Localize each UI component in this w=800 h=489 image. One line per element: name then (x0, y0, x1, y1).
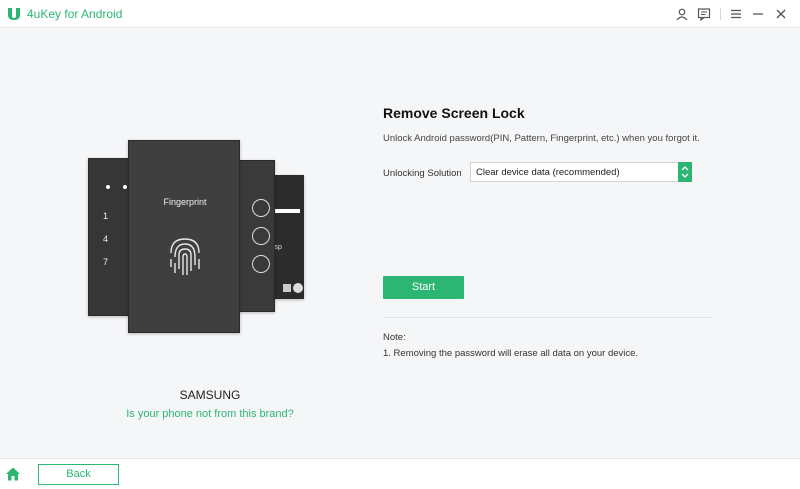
user-icon[interactable] (675, 7, 689, 21)
minimize-icon[interactable] (751, 7, 765, 21)
app-title: 4uKey for Android (27, 7, 123, 21)
page-title: Remove Screen Lock (383, 105, 525, 121)
pin-dot-icon (123, 185, 127, 189)
pattern-dot-icon (252, 255, 270, 273)
page-description: Unlock Android password(PIN, Pattern, Fi… (383, 133, 700, 144)
title-bar: 4uKey for Android (0, 0, 800, 28)
app-logo-icon (8, 8, 20, 20)
square-key-icon (283, 284, 291, 292)
titlebar-separator (720, 8, 721, 20)
note-title: Note: (383, 332, 406, 343)
brand-name: SAMSUNG (179, 388, 241, 402)
brand-not-listed-link[interactable]: Is your phone not from this brand? (90, 408, 330, 420)
divider (383, 317, 713, 318)
footer-bar: Back (0, 458, 800, 489)
note-item: 1. Removing the password will erase all … (383, 348, 639, 359)
keypad-digit: 1 (103, 211, 109, 221)
arrow-key-icon (293, 283, 303, 293)
home-icon[interactable] (5, 466, 21, 482)
start-button[interactable]: Start (383, 276, 464, 299)
pin-dot-icon (106, 185, 110, 189)
unlocking-solution-value: Clear device data (recommended) (476, 167, 620, 178)
fingerprint-label: Fingerprint (163, 197, 207, 207)
pattern-dot-icon (252, 227, 270, 245)
dropdown-toggle[interactable] (678, 162, 692, 182)
close-icon[interactable] (774, 7, 788, 21)
keypad-digit: 7 (103, 257, 109, 267)
back-button[interactable]: Back (38, 464, 119, 485)
chevron-updown-icon (681, 166, 689, 178)
phones-illustration: uisp 1 4 7 Fingerprint (86, 140, 308, 335)
unlocking-solution-select[interactable]: Clear device data (recommended) (470, 162, 692, 182)
phone-front: Fingerprint (128, 140, 240, 333)
feedback-icon[interactable] (697, 7, 711, 21)
keypad-digit: 4 (103, 234, 109, 244)
pattern-dot-icon (252, 199, 270, 217)
menu-icon[interactable] (729, 7, 743, 21)
unlocking-solution-label: Unlocking Solution (383, 168, 462, 179)
fingerprint-icon (170, 238, 200, 275)
